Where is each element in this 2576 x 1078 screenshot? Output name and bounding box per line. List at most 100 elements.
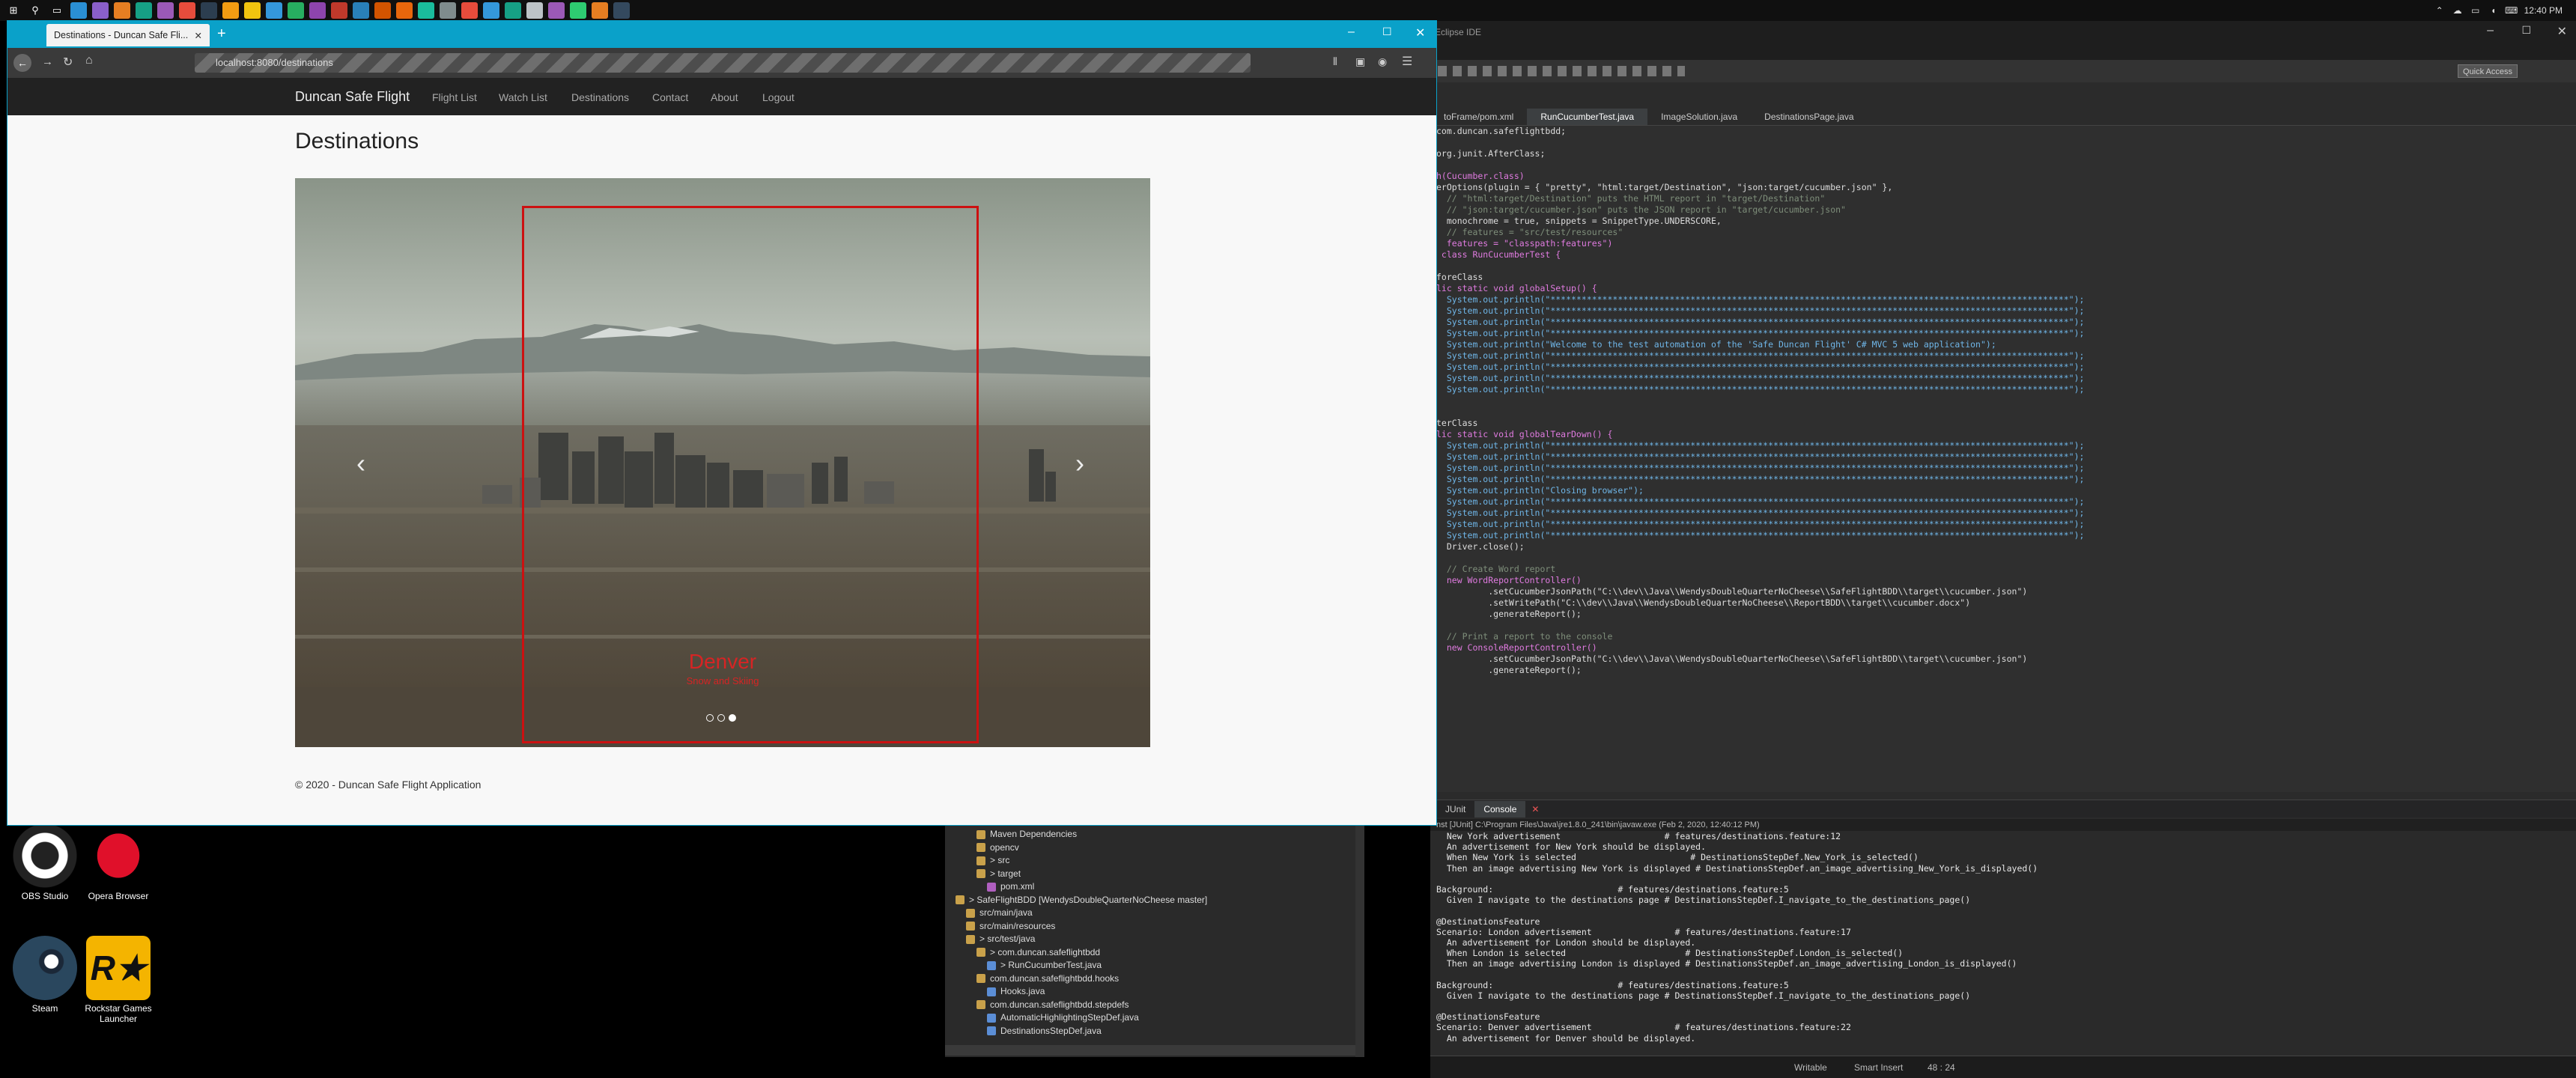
tree-item[interactable]: src/main/java <box>945 907 1364 920</box>
app-icon[interactable] <box>201 2 217 19</box>
carousel-indicator[interactable] <box>717 714 725 722</box>
clock[interactable]: 12:40 PM <box>2524 5 2563 16</box>
tree-item[interactable]: opencv <box>945 841 1364 855</box>
tree-item[interactable]: DestinationsStepDef.java <box>945 1025 1364 1038</box>
editor-tab[interactable]: RunCucumberTest.java <box>1527 109 1648 125</box>
editor-tab[interactable]: toFrame/pom.xml <box>1430 109 1527 125</box>
maximize-icon[interactable]: ☐ <box>1382 25 1392 38</box>
visual-studio-icon[interactable] <box>92 2 109 19</box>
tree-item[interactable]: AutomaticHighlightingStepDef.java <box>945 1011 1364 1025</box>
sidebar-icon[interactable]: ▣ <box>1355 55 1365 68</box>
library-icon[interactable]: ⫴ <box>1333 55 1337 68</box>
quick-access-input[interactable]: Quick Access <box>2458 64 2518 78</box>
carousel-next-button[interactable]: › <box>1075 448 1084 479</box>
app-icon[interactable] <box>440 2 456 19</box>
search-icon[interactable]: ⚲ <box>27 2 43 19</box>
network-icon[interactable]: ▭ <box>2470 5 2481 16</box>
desktop-icon-opera[interactable]: Opera Browser <box>73 823 163 901</box>
tree-node-icon <box>976 869 985 879</box>
minimize-icon[interactable]: – <box>1348 25 1355 39</box>
close-icon[interactable]: ✕ <box>2557 24 2567 39</box>
desktop-icon-rockstar[interactable]: R★ Rockstar Games Launcher <box>73 936 163 1024</box>
vertical-scrollbar[interactable] <box>1355 823 1364 1057</box>
tree-item[interactable]: > src/test/java <box>945 933 1364 946</box>
nav-contact[interactable]: Contact <box>652 91 688 103</box>
console-output[interactable]: New York advertisement # features/destin… <box>1430 831 2576 1056</box>
editor-tab[interactable]: DestinationsPage.java <box>1751 109 1867 125</box>
tree-item[interactable]: pom.xml <box>945 880 1364 894</box>
nav-watch-list[interactable]: Watch List <box>499 91 547 103</box>
app-icon[interactable] <box>114 2 130 19</box>
app-icon[interactable] <box>505 2 521 19</box>
tab-console[interactable]: Console <box>1474 800 1526 817</box>
nav-about[interactable]: About <box>711 91 738 103</box>
close-icon[interactable]: ✕ <box>1415 25 1425 40</box>
windows-logo-icon[interactable]: ⊞ <box>5 2 22 19</box>
app-icon[interactable] <box>353 2 369 19</box>
minimize-icon[interactable]: – <box>2487 24 2494 37</box>
app-icon[interactable] <box>483 2 499 19</box>
app-icon[interactable] <box>592 2 608 19</box>
site-brand[interactable]: Duncan Safe Flight <box>295 89 410 105</box>
carousel-indicator[interactable] <box>706 714 714 722</box>
tree-item[interactable]: > SafeFlightBDD [WendysDoubleQuarterNoCh… <box>945 894 1364 907</box>
account-icon[interactable]: ◉ <box>1378 55 1387 68</box>
horizontal-scrollbar[interactable] <box>945 1045 1355 1056</box>
app-icon[interactable] <box>331 2 347 19</box>
tree-item[interactable]: Hooks.java <box>945 985 1364 999</box>
tree-item[interactable]: com.duncan.safeflightbdd.stepdefs <box>945 999 1364 1012</box>
nav-flight-list[interactable]: Flight List <box>432 91 477 103</box>
app-icon[interactable] <box>570 2 586 19</box>
reload-icon[interactable]: ↻ <box>63 55 73 70</box>
app-icon[interactable] <box>418 2 434 19</box>
cloud-icon[interactable]: ☁ <box>2452 5 2463 16</box>
nav-destinations[interactable]: Destinations <box>571 91 629 103</box>
menu-icon[interactable]: ☰ <box>1402 54 1412 69</box>
app-icon[interactable] <box>136 2 152 19</box>
close-icon[interactable]: ✕ <box>1531 804 1539 814</box>
page-footer: © 2020 - Duncan Safe Flight Application <box>295 779 482 791</box>
eclipse-statusbar: Writable Smart Insert 48 : 24 <box>1430 1056 2576 1078</box>
url-bar[interactable]: localhost:8080/destinations <box>195 53 1251 73</box>
carousel-indicator[interactable] <box>729 714 736 722</box>
volume-icon[interactable]: ◖ <box>2488 5 2499 16</box>
tree-item[interactable]: src/main/resources <box>945 920 1364 934</box>
forward-icon[interactable]: → <box>42 55 53 68</box>
close-icon[interactable]: ✕ <box>195 30 202 41</box>
browser-tab[interactable]: Destinations - Duncan Safe Fli... ✕ <box>46 24 210 46</box>
chevron-up-icon[interactable]: ⌃ <box>2434 5 2445 16</box>
home-icon[interactable]: ⌂ <box>85 54 93 67</box>
app-icon[interactable] <box>548 2 565 19</box>
visual-studio-code-icon[interactable] <box>70 2 87 19</box>
app-icon[interactable] <box>179 2 195 19</box>
tree-item[interactable]: > RunCucumberTest.java <box>945 959 1364 972</box>
nav-logout[interactable]: Logout <box>762 91 795 103</box>
back-icon[interactable]: ← <box>13 54 31 72</box>
maximize-icon[interactable]: ☐ <box>2521 24 2531 37</box>
app-icon[interactable] <box>309 2 326 19</box>
carousel-prev-button[interactable]: ‹ <box>356 448 365 479</box>
new-tab-icon[interactable]: + <box>217 25 226 43</box>
app-icon[interactable] <box>266 2 282 19</box>
tree-item[interactable]: Maven Dependencies <box>945 828 1364 841</box>
app-icon[interactable] <box>613 2 630 19</box>
app-icon[interactable] <box>222 2 239 19</box>
task-view-icon[interactable]: ▭ <box>49 2 65 19</box>
tab-junit[interactable]: JUnit <box>1436 804 1474 814</box>
app-icon[interactable] <box>374 2 391 19</box>
toolbar-buttons[interactable] <box>1438 66 1685 76</box>
tree-item[interactable]: > src <box>945 854 1364 868</box>
editor-tab[interactable]: ImageSolution.java <box>1647 109 1751 125</box>
code-editor[interactable]: com.duncan.safeflightbdd; org.junit.After… <box>1430 126 2576 792</box>
app-icon[interactable] <box>461 2 478 19</box>
firefox-icon[interactable] <box>396 2 413 19</box>
tree-item[interactable]: > target <box>945 868 1364 881</box>
app-icon[interactable] <box>526 2 543 19</box>
tree-item[interactable]: > com.duncan.safeflightbdd <box>945 946 1364 960</box>
tree-item[interactable]: com.duncan.safeflightbdd.hooks <box>945 972 1364 986</box>
app-icon[interactable] <box>288 2 304 19</box>
folder-icon[interactable] <box>244 2 261 19</box>
language-icon[interactable]: ⌨ <box>2505 5 2518 16</box>
app-icon[interactable] <box>157 2 174 19</box>
